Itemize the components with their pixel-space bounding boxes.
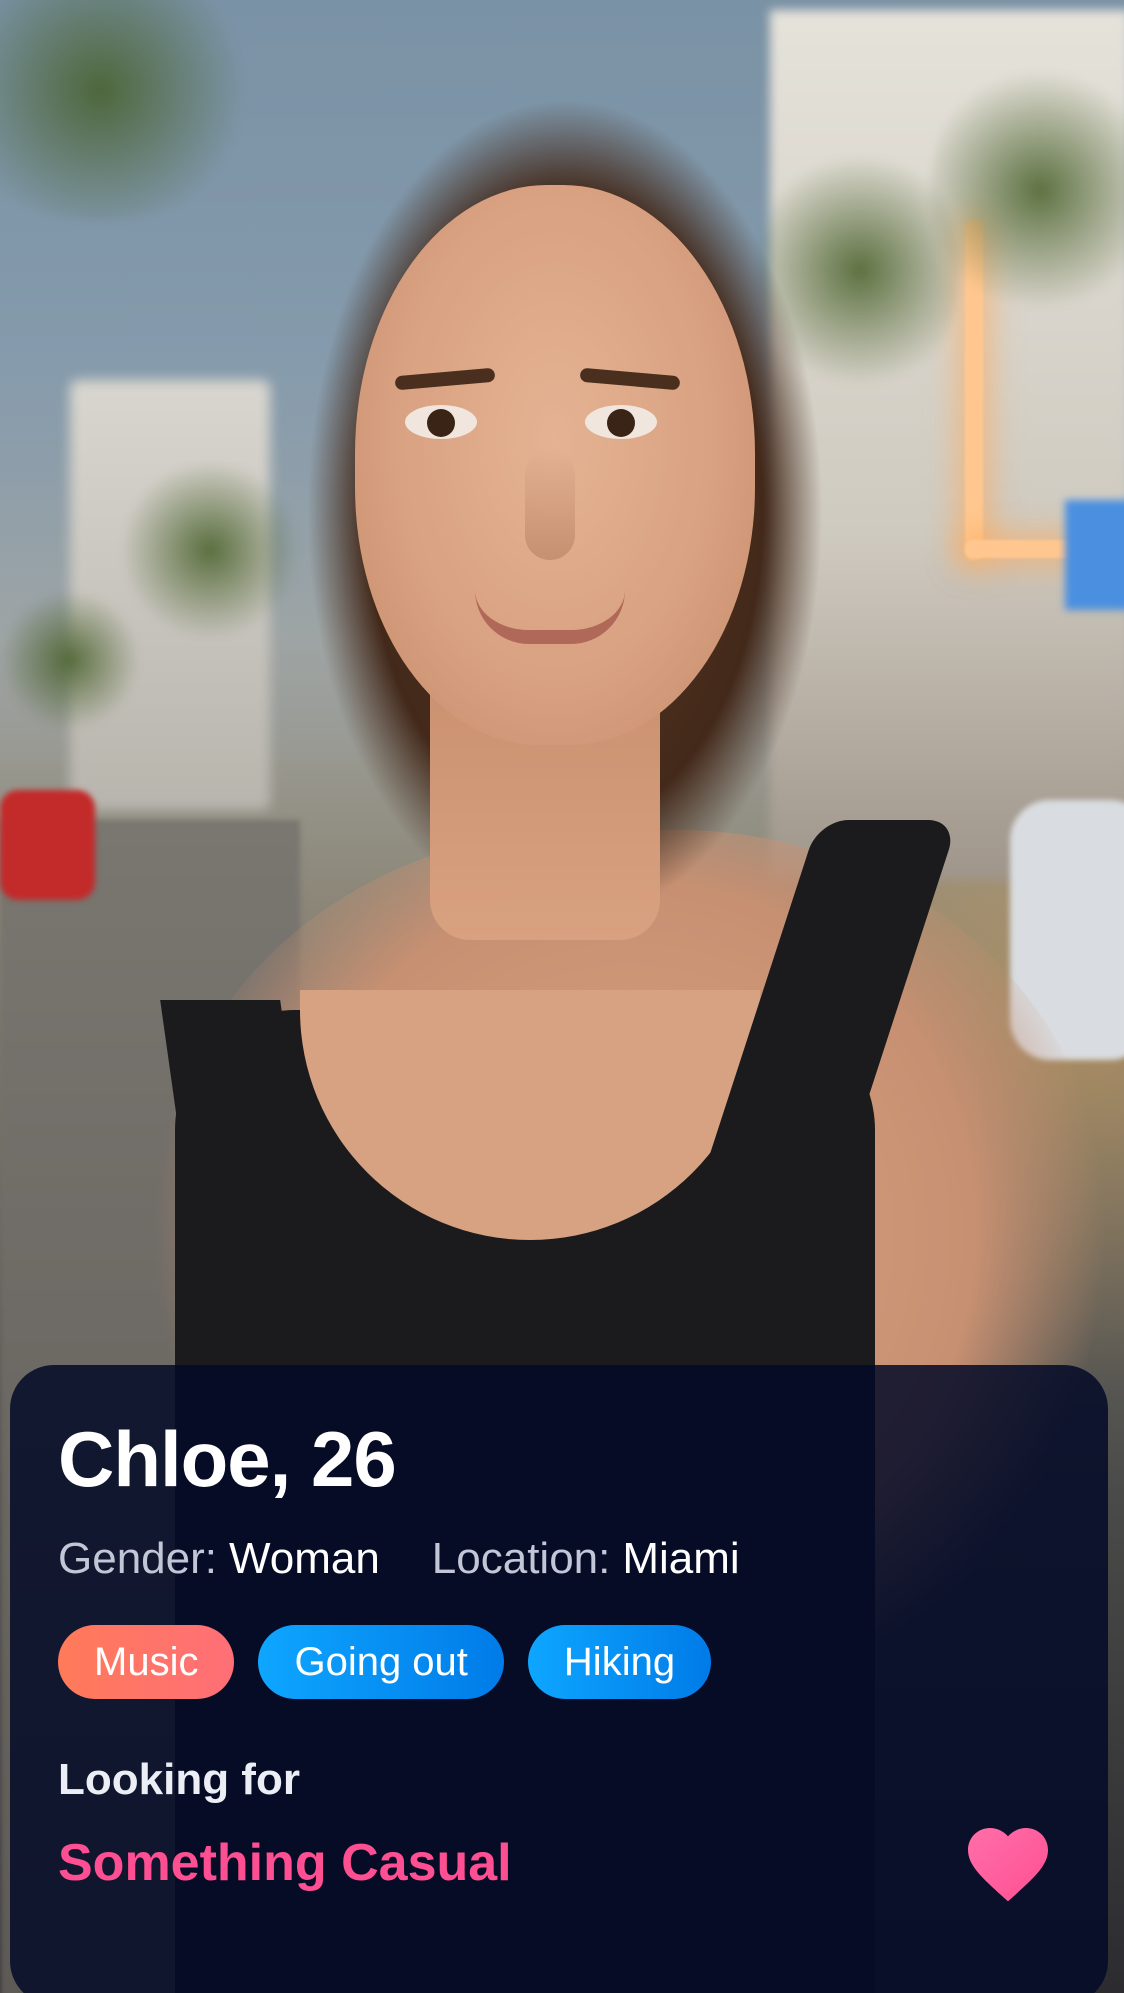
photo-person-eye-right: [585, 405, 657, 439]
photo-palm-far-left: [0, 590, 140, 730]
profile-info-panel: Chloe, 26 Gender: Woman Location: Miami Mu…: [10, 1365, 1108, 1993]
interest-tag-going-out[interactable]: Going out: [258, 1625, 504, 1700]
photo-person-eye-left: [405, 405, 477, 439]
gender-value: Woman: [228, 1533, 380, 1583]
interest-tags: Music Going out Hiking: [58, 1625, 1060, 1700]
location-value: Miami: [622, 1533, 740, 1583]
profile-name-age: Chloe, 26: [58, 1415, 397, 1503]
photo-neon-sign-bar: [965, 540, 1075, 558]
location-label: Location:: [431, 1533, 611, 1583]
photo-person-pupil-left: [427, 409, 455, 437]
interest-tag-hiking[interactable]: Hiking: [527, 1625, 712, 1700]
gender-label: Gender:: [58, 1533, 217, 1583]
photo-person-pupil-right: [607, 409, 635, 437]
photo-person-strap-left: [160, 1000, 300, 1140]
looking-for-label: Looking for: [58, 1755, 300, 1805]
location-field: Location: Miami: [431, 1533, 740, 1583]
gender-field: Gender: Woman: [58, 1533, 380, 1583]
like-button[interactable]: [960, 1815, 1056, 1905]
looking-for-value: Something Casual: [58, 1834, 512, 1893]
interest-tag-music[interactable]: Music: [58, 1625, 235, 1700]
profile-card[interactable]: Chloe, 26 Gender: Woman Location: Miami Mu…: [0, 0, 1124, 1993]
profile-meta-row: Gender: Woman Location: Miami: [58, 1533, 1060, 1583]
photo-car-red: [0, 790, 95, 900]
photo-person-nose: [525, 450, 575, 560]
photo-blue-sign: [1065, 500, 1124, 610]
heart-icon: [968, 1828, 1048, 1902]
